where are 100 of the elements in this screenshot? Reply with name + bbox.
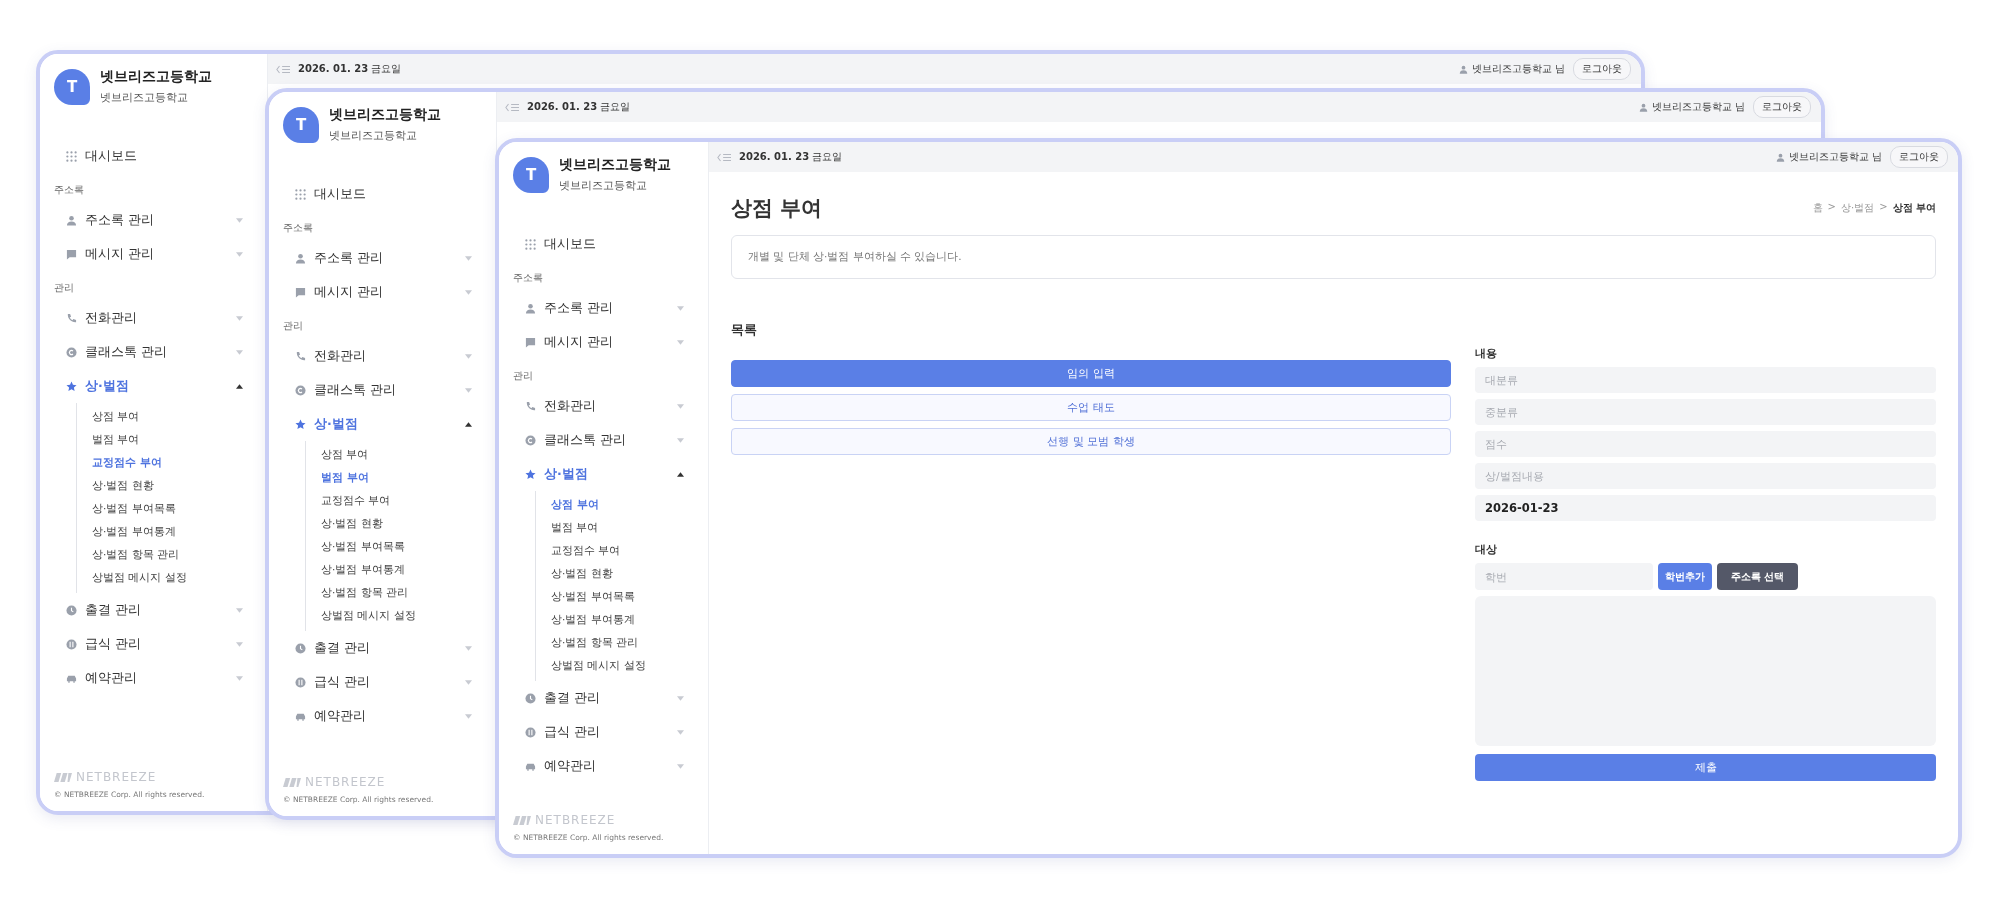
nav-item[interactable]: 주소록 관리 xyxy=(85,211,228,229)
target-label: 대상 xyxy=(1475,543,1498,557)
nav-item[interactable]: 상·벌점 xyxy=(85,377,228,395)
logo-mark-icon xyxy=(513,815,531,825)
star-icon xyxy=(295,418,306,430)
submenu-item[interactable]: 상·벌점 부여통계 xyxy=(77,520,267,543)
user-icon xyxy=(1638,102,1648,112)
star-icon xyxy=(66,380,77,392)
nav-item[interactable]: 상·벌점 xyxy=(314,415,457,433)
person-icon xyxy=(525,302,536,314)
input-field[interactable]: 대분류 xyxy=(1475,367,1936,393)
date-text: 2026. 01. 23 금요일 xyxy=(298,62,402,76)
c-circle-icon xyxy=(66,346,77,358)
submenu-item[interactable]: 상점 부여 xyxy=(77,405,267,428)
submenu-item[interactable]: 벌점 부여 xyxy=(536,516,708,539)
nav-item[interactable]: 상·벌점 xyxy=(544,465,669,483)
list-heading: 목록 xyxy=(731,321,758,339)
submenu-item[interactable]: 상·벌점 항목 관리 xyxy=(306,581,496,604)
breadcrumb-separator: > xyxy=(1879,201,1888,214)
c-circle-icon xyxy=(295,384,306,396)
submenu-item[interactable]: 상·벌점 부여통계 xyxy=(306,558,496,581)
nav-item[interactable]: 예약관리 xyxy=(314,707,457,725)
nav-section-label: 주소록 xyxy=(53,183,85,197)
submenu-item[interactable]: 벌점 부여 xyxy=(306,466,496,489)
description-text: 개별 및 단체 상·벌점 부여하실 수 있습니다. xyxy=(748,250,962,264)
submenu-item[interactable]: 상·벌점 부여통계 xyxy=(536,608,708,631)
nav-item[interactable]: 클래스톡 관리 xyxy=(314,381,457,399)
nav-item[interactable]: 전화관리 xyxy=(544,397,669,415)
nav-item[interactable]: 예약관리 xyxy=(85,669,228,687)
nav-item[interactable]: 대시보드 xyxy=(544,235,684,253)
nav-item[interactable]: 메시지 관리 xyxy=(85,245,228,263)
nav-item[interactable]: 출결 관리 xyxy=(314,639,457,657)
content-label: 내용 xyxy=(1475,347,1498,361)
user-icon xyxy=(1458,64,1468,74)
nav-item[interactable]: 출결 관리 xyxy=(544,689,669,707)
submit-button[interactable]: 제출 xyxy=(1475,754,1936,781)
submenu-item[interactable]: 교정점수 부여 xyxy=(77,451,267,474)
submenu-item[interactable]: 상·벌점 항목 관리 xyxy=(536,631,708,654)
message-icon xyxy=(295,286,306,298)
nav-item[interactable]: 급식 관리 xyxy=(544,723,669,741)
list-option[interactable]: 임의 입력 xyxy=(731,360,1451,387)
submenu-item[interactable]: 상점 부여 xyxy=(536,493,708,516)
submenu-item[interactable]: 벌점 부여 xyxy=(77,428,267,451)
nav-item[interactable]: 클래스톡 관리 xyxy=(544,431,669,449)
logout-button[interactable]: 로그아웃 xyxy=(1573,58,1631,80)
nav-item[interactable]: 대시보드 xyxy=(314,185,472,203)
school-subtitle: 넷브리즈고등학교 xyxy=(100,90,189,105)
list-option[interactable]: 선행 및 모범 학생 xyxy=(731,428,1451,455)
submenu-item[interactable]: 상·벌점 현황 xyxy=(77,474,267,497)
brand-logo-text: NETBREEZE xyxy=(305,775,386,789)
submenu-item[interactable]: 상·벌점 부여목록 xyxy=(536,585,708,608)
student-number-field[interactable]: 학번 xyxy=(1475,563,1653,590)
address-book-button[interactable]: 주소록 선택 xyxy=(1717,563,1799,590)
sidebar-toggle-icon[interactable] xyxy=(505,102,519,112)
submenu-item[interactable]: 교정점수 부여 xyxy=(306,489,496,512)
submenu-item[interactable]: 상·벌점 현황 xyxy=(536,562,708,585)
nav-section-label: 주소록 xyxy=(282,221,314,235)
submenu-item[interactable]: 교정점수 부여 xyxy=(536,539,708,562)
message-icon xyxy=(66,248,77,260)
submenu-item[interactable]: 상·벌점 부여목록 xyxy=(77,497,267,520)
nav-item[interactable]: 메시지 관리 xyxy=(544,333,669,351)
user-icon xyxy=(1775,152,1785,162)
phone-icon xyxy=(295,350,306,362)
input-field[interactable]: 중분류 xyxy=(1475,399,1936,425)
nav-item[interactable]: 예약관리 xyxy=(544,757,669,775)
school-subtitle: 넷브리즈고등학교 xyxy=(559,178,648,193)
school-name: 넷브리즈고등학교 xyxy=(100,68,212,86)
star-icon xyxy=(525,468,536,480)
nav-item[interactable]: 메시지 관리 xyxy=(314,283,457,301)
nav-item[interactable]: 전화관리 xyxy=(314,347,457,365)
nav-item[interactable]: 전화관리 xyxy=(85,309,228,327)
add-student-button[interactable]: 학번추가 xyxy=(1658,563,1712,590)
nav-section-label: 관리 xyxy=(53,281,75,295)
nav-item[interactable]: 주소록 관리 xyxy=(314,249,457,267)
nav-item[interactable]: 클래스톡 관리 xyxy=(85,343,228,361)
logout-button[interactable]: 로그아웃 xyxy=(1890,146,1948,168)
submenu-item[interactable]: 상벌점 메시지 설정 xyxy=(77,566,267,589)
list-option[interactable]: 수업 태도 xyxy=(731,394,1451,421)
input-field[interactable]: 2026-01-23 xyxy=(1475,495,1936,521)
nav-item[interactable]: 급식 관리 xyxy=(85,635,228,653)
breadcrumb-item: 상점 부여 xyxy=(1892,201,1936,215)
phone-icon xyxy=(66,312,77,324)
c-circle-icon xyxy=(525,434,536,446)
submenu-item[interactable]: 상·벌점 부여목록 xyxy=(306,535,496,558)
school-avatar: T xyxy=(513,156,549,193)
nav-item[interactable]: 출결 관리 xyxy=(85,601,228,619)
input-field[interactable]: 점수 xyxy=(1475,431,1936,457)
logout-button[interactable]: 로그아웃 xyxy=(1753,96,1811,118)
submenu-item[interactable]: 상·벌점 항목 관리 xyxy=(77,543,267,566)
submenu-item[interactable]: 상벌점 메시지 설정 xyxy=(536,654,708,677)
sidebar-toggle-icon[interactable] xyxy=(717,152,731,162)
submenu-item[interactable]: 상·벌점 현황 xyxy=(306,512,496,535)
submenu-item[interactable]: 상벌점 메시지 설정 xyxy=(306,604,496,627)
submenu-item[interactable]: 상점 부여 xyxy=(306,443,496,466)
message-icon xyxy=(525,336,536,348)
nav-item[interactable]: 급식 관리 xyxy=(314,673,457,691)
input-field[interactable]: 상/벌점내용 xyxy=(1475,463,1936,489)
nav-item[interactable]: 주소록 관리 xyxy=(544,299,669,317)
sidebar-toggle-icon[interactable] xyxy=(276,64,290,74)
nav-item[interactable]: 대시보드 xyxy=(85,147,243,165)
